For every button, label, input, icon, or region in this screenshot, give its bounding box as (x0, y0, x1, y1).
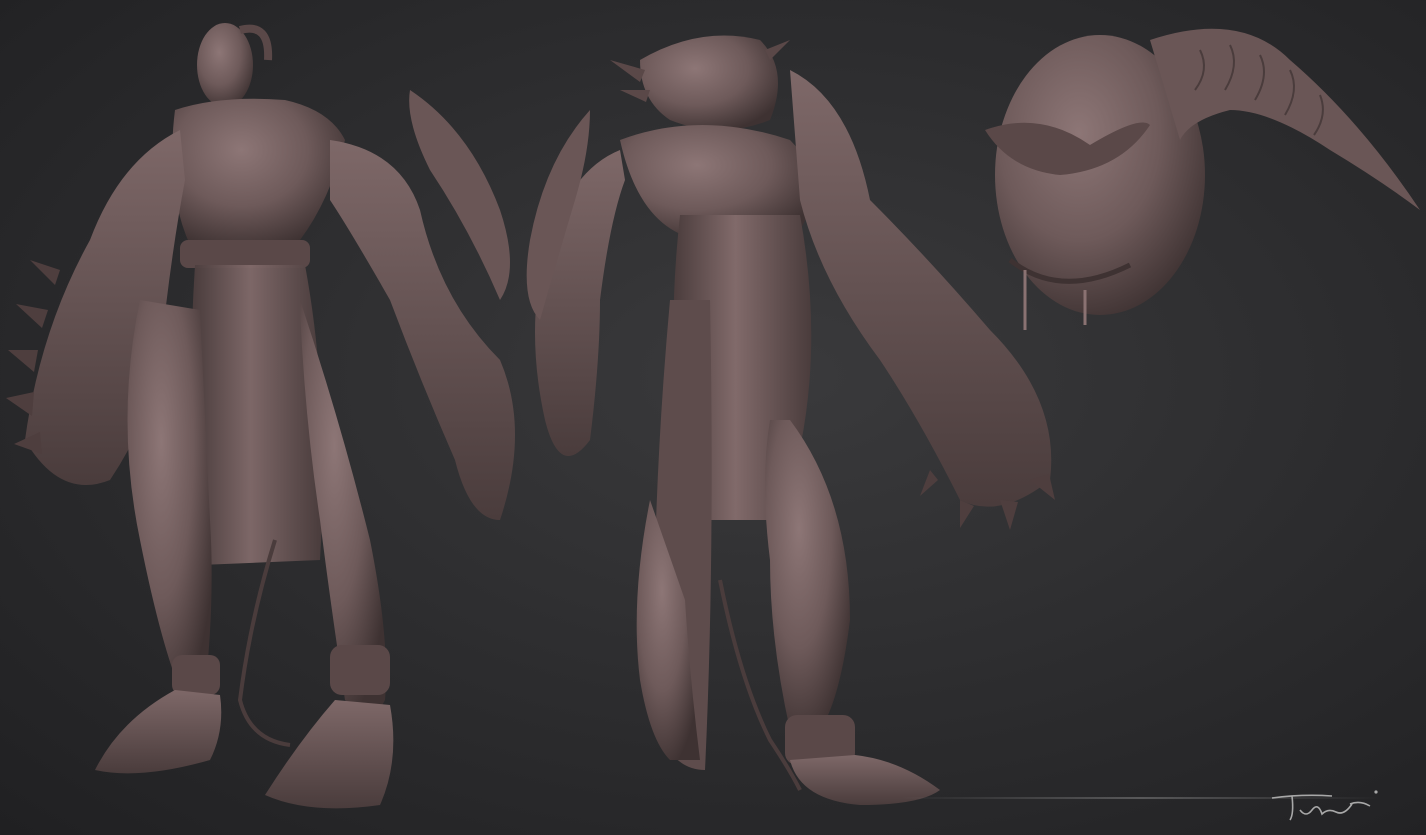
artist-signature (1271, 790, 1378, 821)
sculpt-viewport (0, 0, 1426, 835)
head-detail-sculpt (985, 28, 1420, 330)
